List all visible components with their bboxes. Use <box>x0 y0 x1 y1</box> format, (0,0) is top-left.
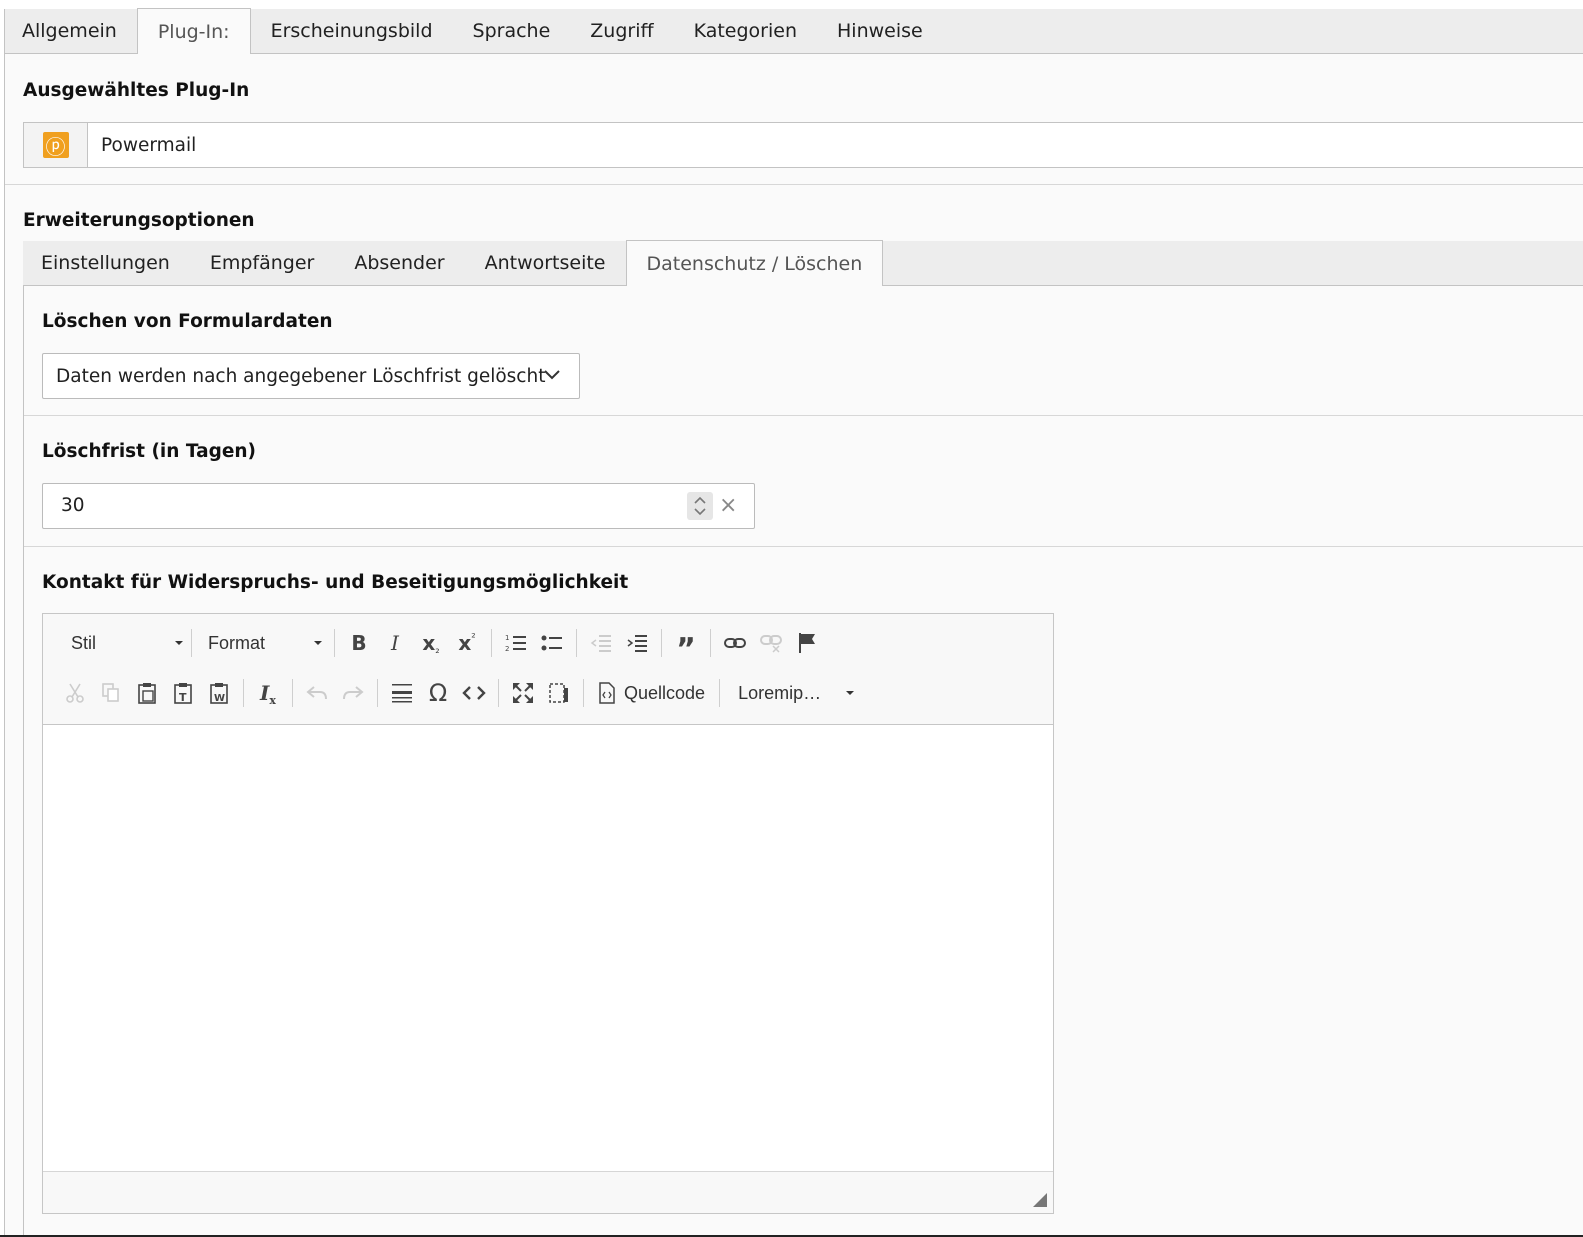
section-divider <box>5 184 1583 185</box>
horizontal-rule-icon[interactable] <box>384 676 420 710</box>
toolbar-row-2: T W Ix Ω Quellcode Loremip… <box>57 672 856 714</box>
remove-format-icon[interactable]: Ix <box>250 676 286 710</box>
selected-plugin-title: Ausgewähltes Plug-In <box>23 80 250 101</box>
svg-text:W: W <box>214 693 225 704</box>
deletion-label: Löschen von Formulardaten <box>42 311 333 332</box>
toolbar-separator <box>498 679 499 707</box>
maximize-icon[interactable] <box>505 676 541 710</box>
editor-status-bar <box>43 1171 1053 1213</box>
contact-label: Kontakt für Widerspruchs- und Beseitigun… <box>42 572 629 593</box>
plugin-tab-panel: Ausgewähltes Plug-In ⓟ Powermail Erweite… <box>4 54 1583 1237</box>
deletion-select-value: Daten werden nach angegebener Löschfrist… <box>56 365 546 387</box>
tab-kategorien[interactable]: Kategorien <box>674 9 817 53</box>
style-dropdown-label: Stil <box>71 632 97 653</box>
retention-label: Löschfrist (in Tagen) <box>42 441 256 462</box>
code-icon[interactable] <box>456 676 492 710</box>
blockquote-icon[interactable]: ” <box>668 626 704 667</box>
tab-empfaenger[interactable]: Empfänger <box>190 241 335 285</box>
toolbar-separator <box>334 629 335 657</box>
caret-down-icon <box>314 641 322 645</box>
editor-content-area[interactable] <box>43 725 1053 1171</box>
clear-icon[interactable]: × <box>719 493 737 518</box>
toolbar-separator <box>583 679 584 707</box>
retention-days-value: 30 <box>61 495 85 516</box>
source-file-icon <box>599 682 615 704</box>
resize-handle-icon[interactable] <box>1033 1193 1047 1207</box>
toolbar-separator <box>710 629 711 657</box>
svg-text:1: 1 <box>505 634 509 642</box>
lorem-ipsum-dropdown[interactable]: Loremip… <box>726 676 856 710</box>
chevron-down-icon <box>543 366 561 389</box>
tab-antwortseite[interactable]: Antwortseite <box>465 241 626 285</box>
paste-text-icon[interactable]: T <box>165 676 201 710</box>
undo-icon[interactable] <box>299 676 335 710</box>
stepper-arrows-icon <box>694 496 706 516</box>
plugin-name: Powermail <box>101 134 197 156</box>
numbered-list-icon[interactable]: 12 <box>498 626 534 660</box>
extension-options-title: Erweiterungsoptionen <box>23 210 255 231</box>
toolbar-separator <box>491 629 492 657</box>
tab-zugriff[interactable]: Zugriff <box>570 9 673 53</box>
special-char-icon[interactable]: Ω <box>420 676 456 710</box>
tab-erscheinungsbild[interactable]: Erscheinungsbild <box>251 9 453 53</box>
tab-plugin[interactable]: Plug-In: <box>136 8 251 54</box>
cut-icon[interactable] <box>57 676 93 710</box>
toolbar-separator <box>576 629 577 657</box>
subscript-icon[interactable]: x₂ <box>413 626 449 660</box>
source-code-button[interactable]: Quellcode <box>590 676 713 710</box>
bullet-list-icon[interactable] <box>534 626 570 660</box>
selected-plugin-field[interactable]: ⓟ Powermail <box>23 122 1583 168</box>
retention-days-input[interactable]: 30 × <box>42 483 755 529</box>
field-divider <box>24 546 1583 547</box>
superscript-icon[interactable]: x² <box>449 626 485 660</box>
tab-einstellungen[interactable]: Einstellungen <box>23 241 190 285</box>
anchor-flag-icon[interactable] <box>789 626 825 660</box>
toolbar-separator <box>243 679 244 707</box>
powermail-icon: ⓟ <box>42 132 69 159</box>
lorem-ipsum-label: Loremip… <box>738 682 822 703</box>
show-blocks-icon[interactable] <box>541 676 577 710</box>
editor-toolbar: Stil Format B I x₂ x² 12 ” T W I x Ω Que… <box>43 614 1053 725</box>
tab-datenschutz-loeschen[interactable]: Datenschutz / Löschen <box>625 240 884 286</box>
style-dropdown[interactable]: Stil <box>57 626 185 660</box>
svg-text:T: T <box>179 691 187 704</box>
svg-text:2: 2 <box>505 645 509 653</box>
toolbar-separator <box>377 679 378 707</box>
tab-allgemein[interactable]: Allgemein <box>5 9 137 53</box>
unlink-icon[interactable] <box>753 626 789 660</box>
field-divider <box>24 415 1583 416</box>
tab-sprache[interactable]: Sprache <box>453 9 571 53</box>
indent-icon[interactable] <box>619 626 655 660</box>
copy-icon[interactable] <box>93 676 129 710</box>
main-tab-bar: Allgemein Plug-In: Erscheinungsbild Spra… <box>4 8 1583 54</box>
paste-word-icon[interactable]: W <box>201 676 237 710</box>
format-dropdown-label: Format <box>208 632 266 653</box>
caret-down-icon <box>175 641 183 645</box>
link-icon[interactable] <box>717 626 753 660</box>
toolbar-separator <box>661 629 662 657</box>
bold-icon[interactable]: B <box>341 626 377 660</box>
format-dropdown[interactable]: Format <box>198 626 328 660</box>
deletion-select[interactable]: Daten werden nach angegebener Löschfrist… <box>42 353 580 399</box>
redo-icon[interactable] <box>335 676 371 710</box>
toolbar-row-1: Stil Format B I x₂ x² 12 ” <box>57 622 825 667</box>
toolbar-separator <box>719 679 721 707</box>
italic-icon[interactable]: I <box>377 626 413 660</box>
number-stepper[interactable] <box>687 492 713 520</box>
source-code-label: Quellcode <box>624 682 706 703</box>
tab-hinweise[interactable]: Hinweise <box>817 9 943 53</box>
tab-absender[interactable]: Absender <box>334 241 464 285</box>
plugin-icon-box: ⓟ <box>24 123 88 167</box>
outdent-icon[interactable] <box>583 626 619 660</box>
contact-rich-text-editor: Stil Format B I x₂ x² 12 ” T W I x Ω Que… <box>42 613 1054 1214</box>
extension-tab-bar: Einstellungen Empfänger Absender Antwort… <box>23 240 1583 286</box>
caret-down-icon <box>846 691 855 695</box>
toolbar-separator <box>292 679 293 707</box>
privacy-tab-panel: Löschen von Formulardaten Daten werden n… <box>23 286 1583 1237</box>
paste-icon[interactable] <box>129 676 165 710</box>
toolbar-separator <box>191 629 192 657</box>
